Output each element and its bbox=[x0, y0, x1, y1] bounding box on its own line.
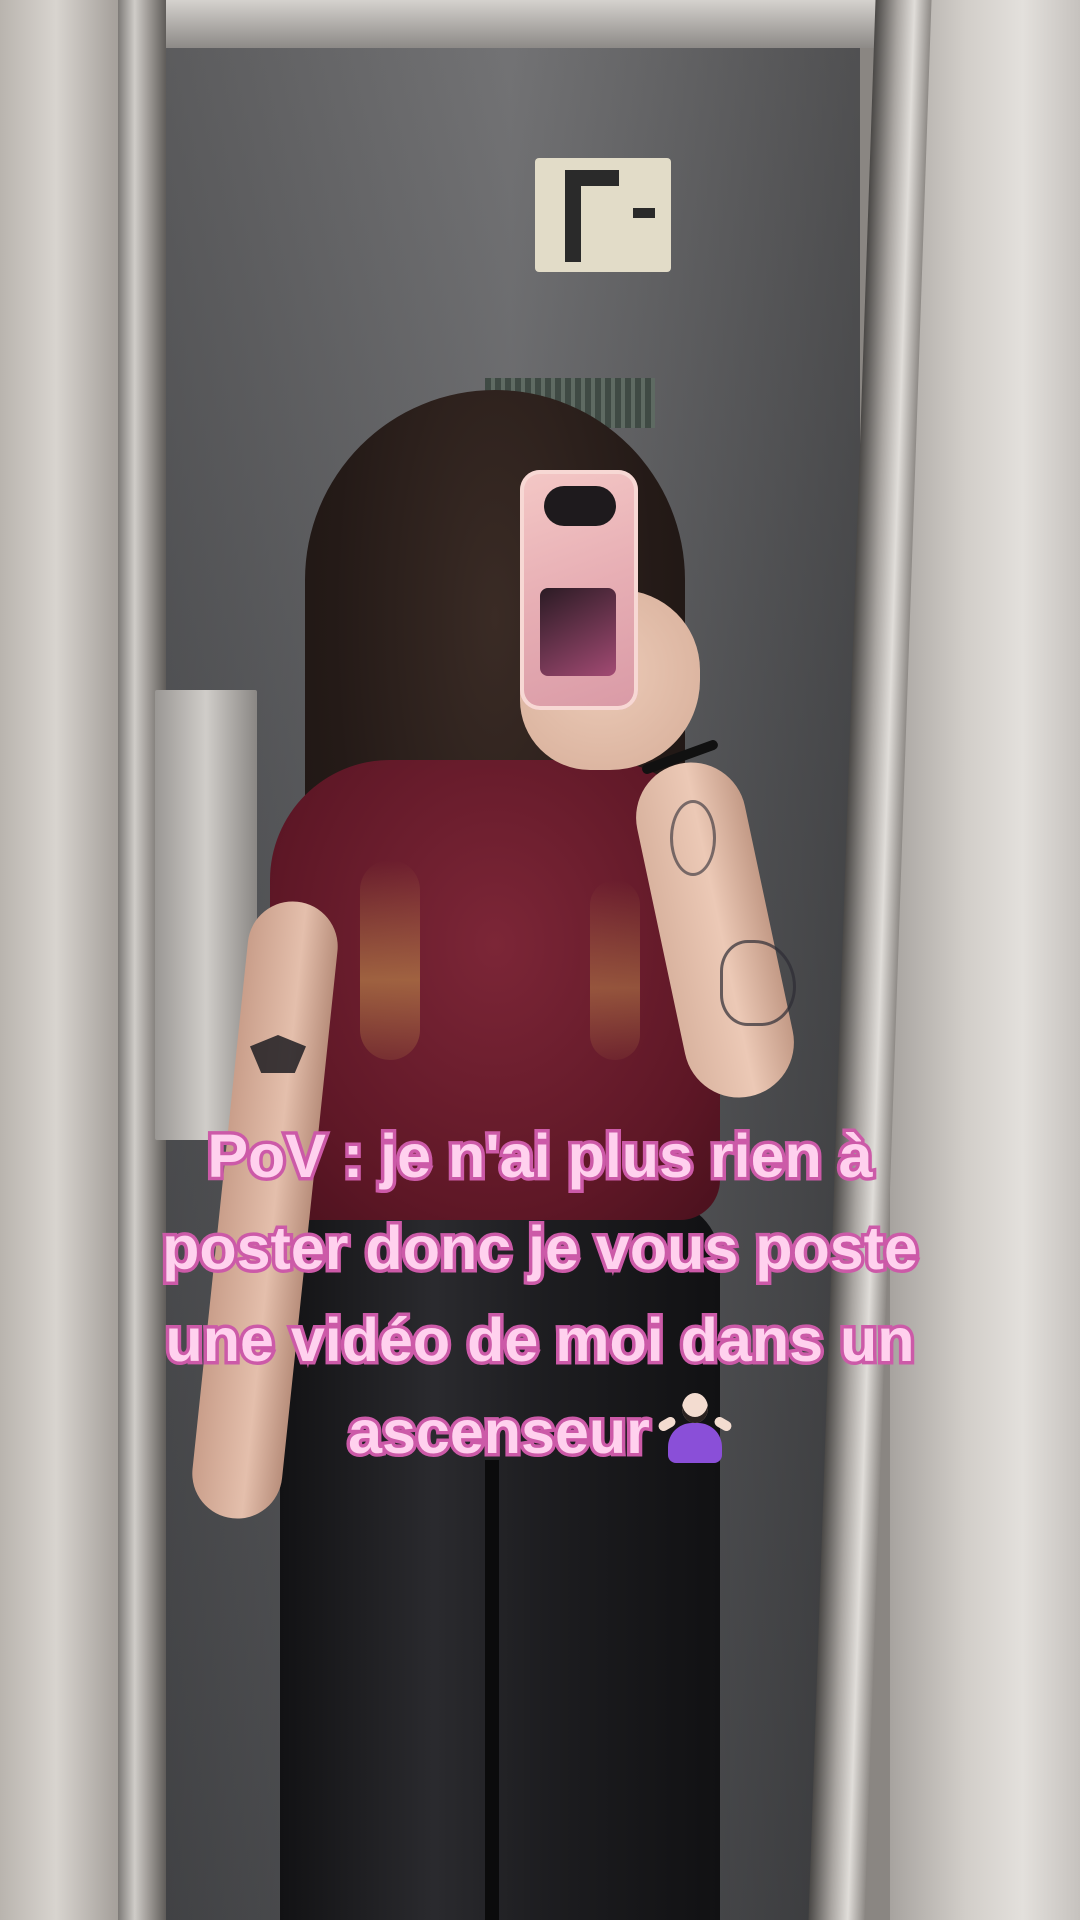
caption-line-1: PoV : je n'ai plus rien à bbox=[204, 1119, 876, 1194]
hair-highlight bbox=[590, 880, 640, 1060]
caption-line-4: ascenseur bbox=[80, 1386, 1000, 1478]
video-caption: PoV : je n'ai plus rien à poster donc je… bbox=[80, 1110, 1000, 1478]
elevator-mirror-photo bbox=[0, 0, 1080, 1920]
woman-shrugging-icon bbox=[656, 1391, 734, 1465]
jeans-leg-gap bbox=[485, 1460, 499, 1920]
phone-grip bbox=[540, 588, 616, 676]
sign-mark bbox=[565, 170, 581, 262]
sign-mark bbox=[633, 208, 655, 218]
sign-mark bbox=[581, 170, 619, 186]
phone-camera-icon bbox=[544, 486, 616, 526]
hair-highlight bbox=[360, 860, 420, 1060]
caption-line-3: une vidéo de moi dans un bbox=[162, 1303, 918, 1378]
smartphone bbox=[520, 470, 638, 710]
caption-line-4-text: ascenseur bbox=[345, 1395, 654, 1470]
arm-tattoo bbox=[670, 800, 716, 876]
door-sign-plate bbox=[535, 158, 671, 272]
caption-line-2: poster donc je vous poste bbox=[159, 1211, 922, 1286]
door-frame-top bbox=[150, 0, 890, 48]
